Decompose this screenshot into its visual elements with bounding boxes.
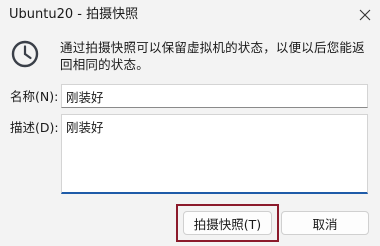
name-label: 名称(N): bbox=[10, 89, 59, 104]
cancel-button[interactable]: 取消 bbox=[281, 211, 369, 235]
description-label: 描述(D): bbox=[10, 120, 59, 135]
close-button[interactable] bbox=[350, 0, 380, 30]
instruction-message: 通过拍摄快照可以保留虚拟机的状态，以便以后您能返回相同的状态。 bbox=[60, 40, 365, 72]
description-input[interactable]: 刚装好 bbox=[61, 114, 368, 194]
window-title: Ubuntu20 - 拍摄快照 bbox=[9, 7, 139, 22]
close-icon bbox=[359, 9, 371, 21]
clock-icon bbox=[11, 40, 39, 68]
title-bar: Ubuntu20 - 拍摄快照 bbox=[0, 0, 380, 30]
name-input[interactable] bbox=[61, 84, 368, 108]
take-snapshot-button[interactable]: 拍摄快照(T) bbox=[183, 211, 272, 235]
take-snapshot-dialog: Ubuntu20 - 拍摄快照 通过拍摄快照可以保留虚拟机的状态，以便以后您能返… bbox=[0, 0, 380, 246]
